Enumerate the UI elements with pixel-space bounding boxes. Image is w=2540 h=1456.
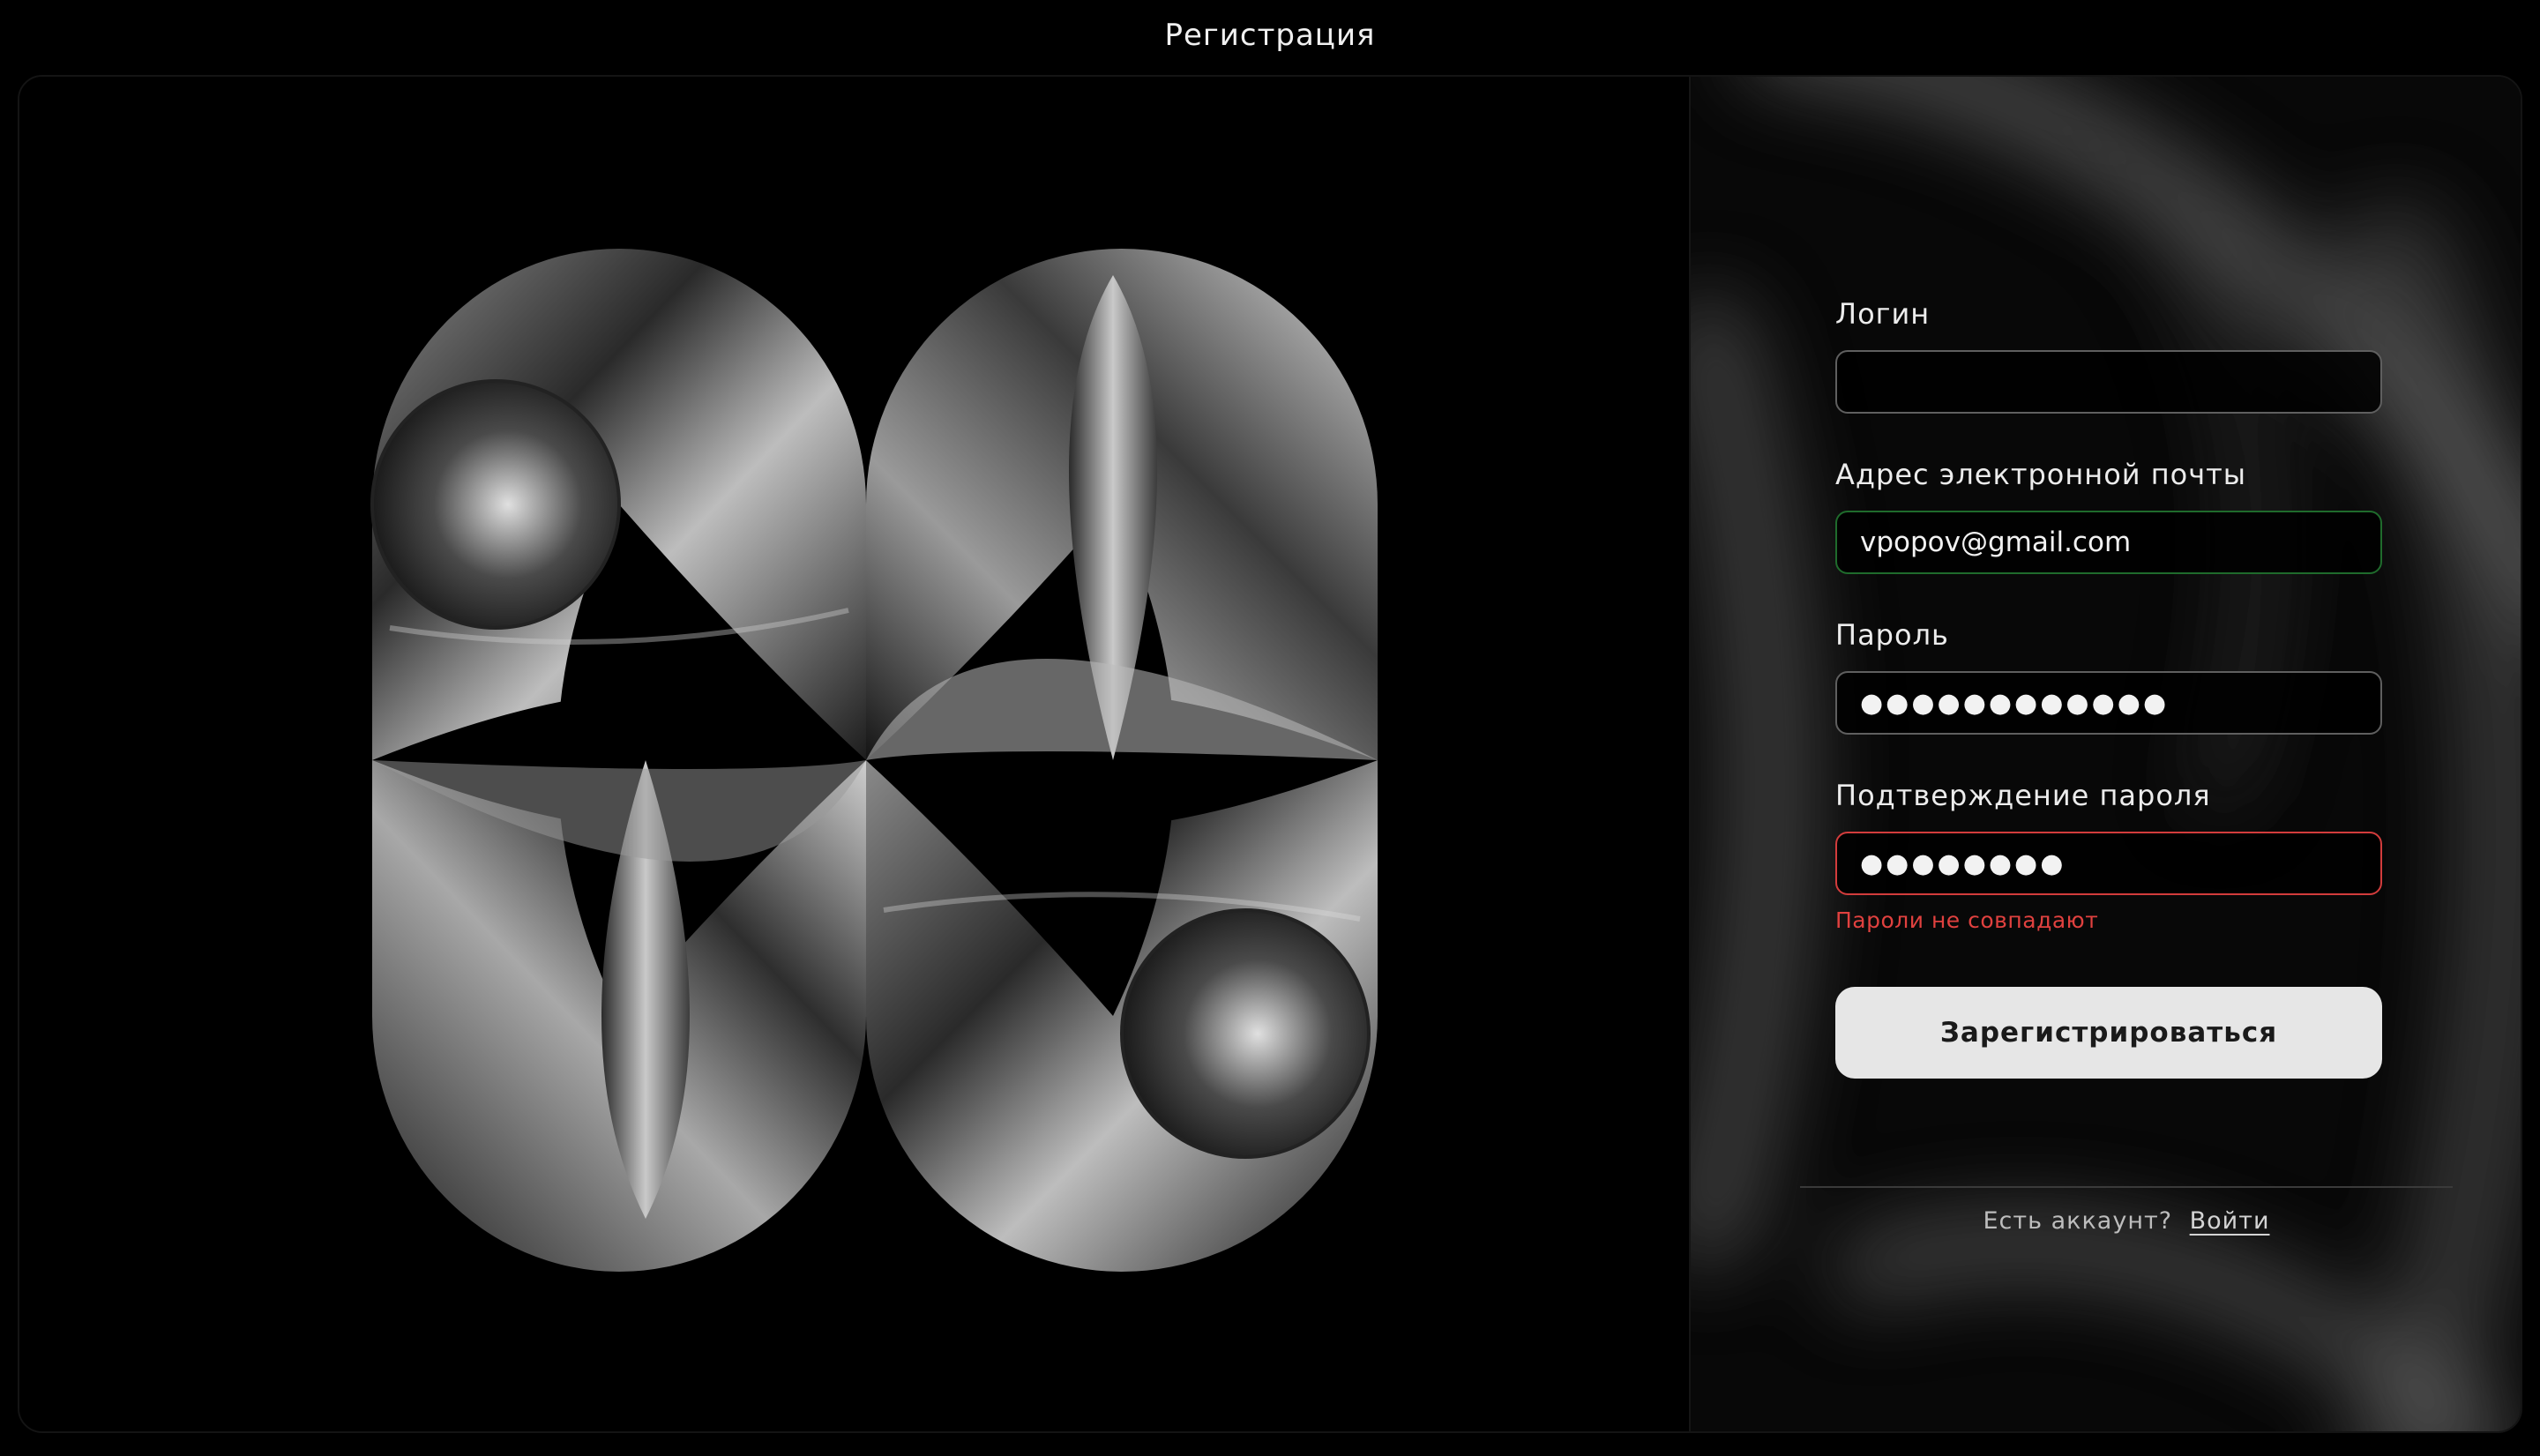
password-input[interactable] [1835, 671, 2382, 735]
form-panel: Логин Адрес электронной почты Пароль Под… [1689, 77, 2521, 1431]
login-link[interactable]: Войти [2190, 1207, 2270, 1235]
email-field-group: Адрес электронной почты [1835, 458, 2382, 574]
email-label: Адрес электронной почты [1835, 458, 2247, 491]
login-label: Логин [1835, 297, 1931, 331]
registration-card: Логин Адрес электронной почты Пароль Под… [18, 75, 2522, 1433]
login-prompt-row: Есть аккаунт? Войти [1800, 1207, 2453, 1235]
divider [1800, 1186, 2453, 1188]
register-button[interactable]: Зарегистрироваться [1835, 987, 2382, 1079]
password-mismatch-error: Пароли не совпадают [1835, 907, 2099, 933]
password-label: Пароль [1835, 618, 1949, 652]
confirm-password-field-group: Подтверждение пароля Пароли не совпадают [1835, 779, 2382, 934]
password-field-group: Пароль [1835, 618, 2382, 735]
login-input[interactable] [1835, 350, 2382, 414]
have-account-text: Есть аккаунт? [1983, 1207, 2173, 1235]
registration-form: Логин Адрес электронной почты Пароль Под… [1835, 297, 2382, 1079]
login-field-group: Логин [1835, 297, 2382, 414]
artwork-panel [19, 77, 1689, 1431]
page-title: Регистрация [1164, 18, 1376, 53]
email-input[interactable] [1835, 511, 2382, 574]
confirm-password-label: Подтверждение пароля [1835, 779, 2211, 812]
confirm-password-input[interactable] [1835, 832, 2382, 895]
metallic-logo-artwork [370, 249, 1378, 1272]
